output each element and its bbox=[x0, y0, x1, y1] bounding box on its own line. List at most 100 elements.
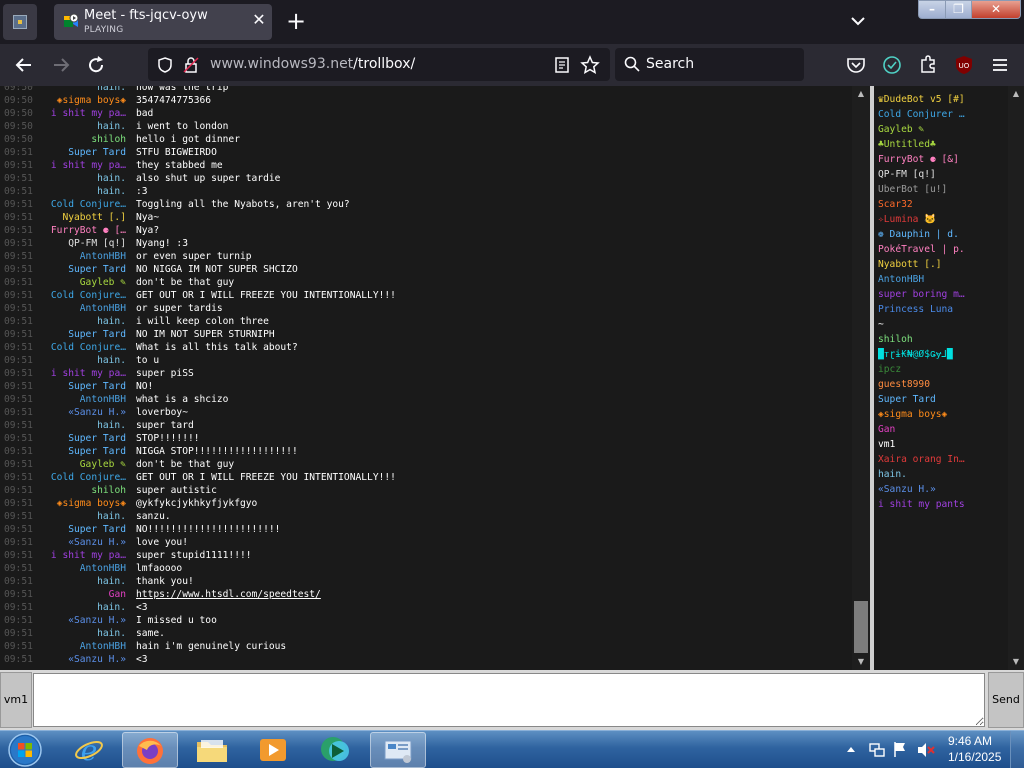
user-list-item[interactable]: super boring m… bbox=[878, 287, 1006, 302]
message-nick[interactable]: Super Tard bbox=[36, 380, 126, 393]
taskbar-media-player[interactable] bbox=[246, 732, 302, 768]
message-nick[interactable]: hain. bbox=[36, 172, 126, 185]
message-nick[interactable]: i shit my pa… bbox=[36, 549, 126, 562]
user-list-item[interactable]: PokéTravel | p. bbox=[878, 242, 1006, 257]
hamburger-menu-icon[interactable] bbox=[987, 52, 1013, 78]
message-nick[interactable]: AntonHBH bbox=[36, 640, 126, 653]
pocket-icon[interactable] bbox=[843, 52, 869, 78]
user-list-item[interactable]: ipcz bbox=[878, 362, 1006, 377]
message-nick[interactable]: hain. bbox=[36, 510, 126, 523]
message-nick[interactable]: i shit my pa… bbox=[36, 159, 126, 172]
user-list-item[interactable]: «Sanzu H.» bbox=[878, 482, 1006, 497]
message-nick[interactable]: Super Tard bbox=[36, 146, 126, 159]
start-button[interactable] bbox=[6, 732, 44, 768]
message-link[interactable]: https://www.htsdl.com/speedtest/ bbox=[136, 588, 321, 601]
user-list-item[interactable]: Gan bbox=[878, 422, 1006, 437]
taskbar-internet-explorer[interactable]: e bbox=[62, 732, 118, 768]
message-nick[interactable]: hain. bbox=[36, 575, 126, 588]
ublock-origin-icon[interactable]: UO bbox=[951, 52, 977, 78]
back-arrow-icon[interactable] bbox=[11, 52, 37, 78]
tab-close-icon[interactable]: ✕ bbox=[250, 10, 268, 30]
chat-scrollbar[interactable]: ▲ ▼ bbox=[852, 86, 870, 670]
tab-meet[interactable]: Meet - fts-jqcv-oyw PLAYING ✕ bbox=[54, 4, 272, 40]
message-nick[interactable]: «Sanzu H.» bbox=[36, 653, 126, 666]
volume-muted-icon[interactable] bbox=[916, 741, 936, 759]
message-nick[interactable]: Super Tard bbox=[36, 328, 126, 341]
message-nick[interactable]: Super Tard bbox=[36, 523, 126, 536]
message-nick[interactable]: Super Tard bbox=[36, 263, 126, 276]
show-hidden-icons-icon[interactable] bbox=[846, 745, 856, 755]
message-nick[interactable]: Nyabott [.] bbox=[36, 211, 126, 224]
taskbar-meet-app[interactable] bbox=[308, 732, 364, 768]
url-bar[interactable]: www.windows93.net/trollbox/ bbox=[148, 48, 610, 81]
message-nick[interactable]: Gayleb ✎ bbox=[36, 458, 126, 471]
chat-scroll-thumb[interactable] bbox=[854, 601, 868, 653]
new-tab-button[interactable]: + bbox=[284, 8, 308, 36]
scroll-down-arrow-icon[interactable]: ▼ bbox=[855, 656, 867, 668]
message-nick[interactable]: shiloh bbox=[36, 484, 126, 497]
user-list-item[interactable]: ✧Lumina 🐱 bbox=[878, 212, 1006, 227]
user-list-item[interactable]: ◈sigma boys◈ bbox=[878, 407, 1006, 422]
close-window-button[interactable]: ✕ bbox=[971, 0, 1021, 19]
message-nick[interactable]: AntonHBH bbox=[36, 562, 126, 575]
message-nick[interactable]: hain. bbox=[36, 86, 126, 94]
message-nick[interactable]: Cold Conjure… bbox=[36, 198, 126, 211]
insecure-lock-icon[interactable] bbox=[182, 56, 200, 74]
taskbar-firefox[interactable] bbox=[122, 732, 178, 768]
extension-check-icon[interactable] bbox=[879, 52, 905, 78]
shield-icon[interactable] bbox=[156, 56, 174, 74]
extensions-puzzle-icon[interactable] bbox=[915, 52, 941, 78]
user-list-item[interactable]: QP-FM [q!] bbox=[878, 167, 1006, 182]
scroll-up-arrow-icon[interactable]: ▲ bbox=[1010, 88, 1022, 100]
message-nick[interactable]: hain. bbox=[36, 601, 126, 614]
user-list-item[interactable]: █ᴛɽɨ₭₦@Ø$Ǥɏ⅃█ bbox=[878, 347, 1006, 362]
message-nick[interactable]: hain. bbox=[36, 627, 126, 640]
user-list-item[interactable]: shiloh bbox=[878, 332, 1006, 347]
reader-view-icon[interactable] bbox=[553, 56, 571, 74]
scroll-down-arrow-icon[interactable]: ▼ bbox=[1010, 656, 1022, 668]
user-list-item[interactable]: ♛DudeBot v5 [#] bbox=[878, 92, 1006, 107]
user-list-item[interactable]: UberBot [u!] bbox=[878, 182, 1006, 197]
user-list-item[interactable]: i shit my pants bbox=[878, 497, 1006, 512]
message-nick[interactable]: Super Tard bbox=[36, 432, 126, 445]
message-nick[interactable]: Cold Conjure… bbox=[36, 471, 126, 484]
user-list-item[interactable]: guest8990 bbox=[878, 377, 1006, 392]
message-nick[interactable]: Cold Conjure… bbox=[36, 289, 126, 302]
nickname-button[interactable]: vm1 bbox=[0, 672, 32, 728]
user-list-item[interactable]: Super Tard bbox=[878, 392, 1006, 407]
message-nick[interactable]: FurryBot ⚈ [… bbox=[36, 224, 126, 237]
message-nick[interactable]: ◈sigma boys◈ bbox=[36, 497, 126, 510]
network-icon[interactable] bbox=[868, 741, 886, 759]
message-nick[interactable]: shiloh bbox=[36, 133, 126, 146]
search-bar[interactable]: Search bbox=[615, 48, 804, 81]
user-list-item[interactable]: Cold Conjurer … bbox=[878, 107, 1006, 122]
message-nick[interactable]: hain. bbox=[36, 419, 126, 432]
user-list-item[interactable]: ♣Untitled♣ bbox=[878, 137, 1006, 152]
user-list-item[interactable]: Princess Luna bbox=[878, 302, 1006, 317]
message-nick[interactable]: hain. bbox=[36, 185, 126, 198]
user-list-item[interactable]: ~ bbox=[878, 317, 1006, 332]
list-tabs-chevron-icon[interactable] bbox=[848, 10, 868, 32]
message-nick[interactable]: «Sanzu H.» bbox=[36, 406, 126, 419]
message-nick[interactable]: hain. bbox=[36, 315, 126, 328]
message-nick[interactable]: AntonHBH bbox=[36, 250, 126, 263]
message-nick[interactable]: hain. bbox=[36, 120, 126, 133]
minimize-button[interactable]: – bbox=[918, 0, 946, 19]
user-list-item[interactable]: AntonHBH bbox=[878, 272, 1006, 287]
message-nick[interactable]: i shit my pa… bbox=[36, 107, 126, 120]
message-nick[interactable]: AntonHBH bbox=[36, 393, 126, 406]
forward-arrow-icon[interactable] bbox=[48, 52, 74, 78]
message-nick[interactable]: Gan bbox=[36, 588, 126, 601]
reload-icon[interactable] bbox=[83, 52, 109, 78]
send-button[interactable]: Send bbox=[988, 672, 1024, 728]
message-nick[interactable]: «Sanzu H.» bbox=[36, 614, 126, 627]
message-nick[interactable]: ◈sigma boys◈ bbox=[36, 94, 126, 107]
message-nick[interactable]: AntonHBH bbox=[36, 302, 126, 315]
message-nick[interactable]: QP-FM [q!] bbox=[36, 237, 126, 250]
user-list-item[interactable]: Gayleb ✎ bbox=[878, 122, 1006, 137]
clock-time[interactable]: 9:46 AM bbox=[948, 734, 992, 748]
user-list-item[interactable]: vm1 bbox=[878, 437, 1006, 452]
user-list-scrollbar[interactable]: ▲ ▼ bbox=[1008, 86, 1024, 670]
chat-log[interactable]: 09:50 hain. how was the trip 09:50 ◈sigma bo… bbox=[0, 86, 852, 670]
chat-message-input[interactable] bbox=[33, 673, 985, 727]
